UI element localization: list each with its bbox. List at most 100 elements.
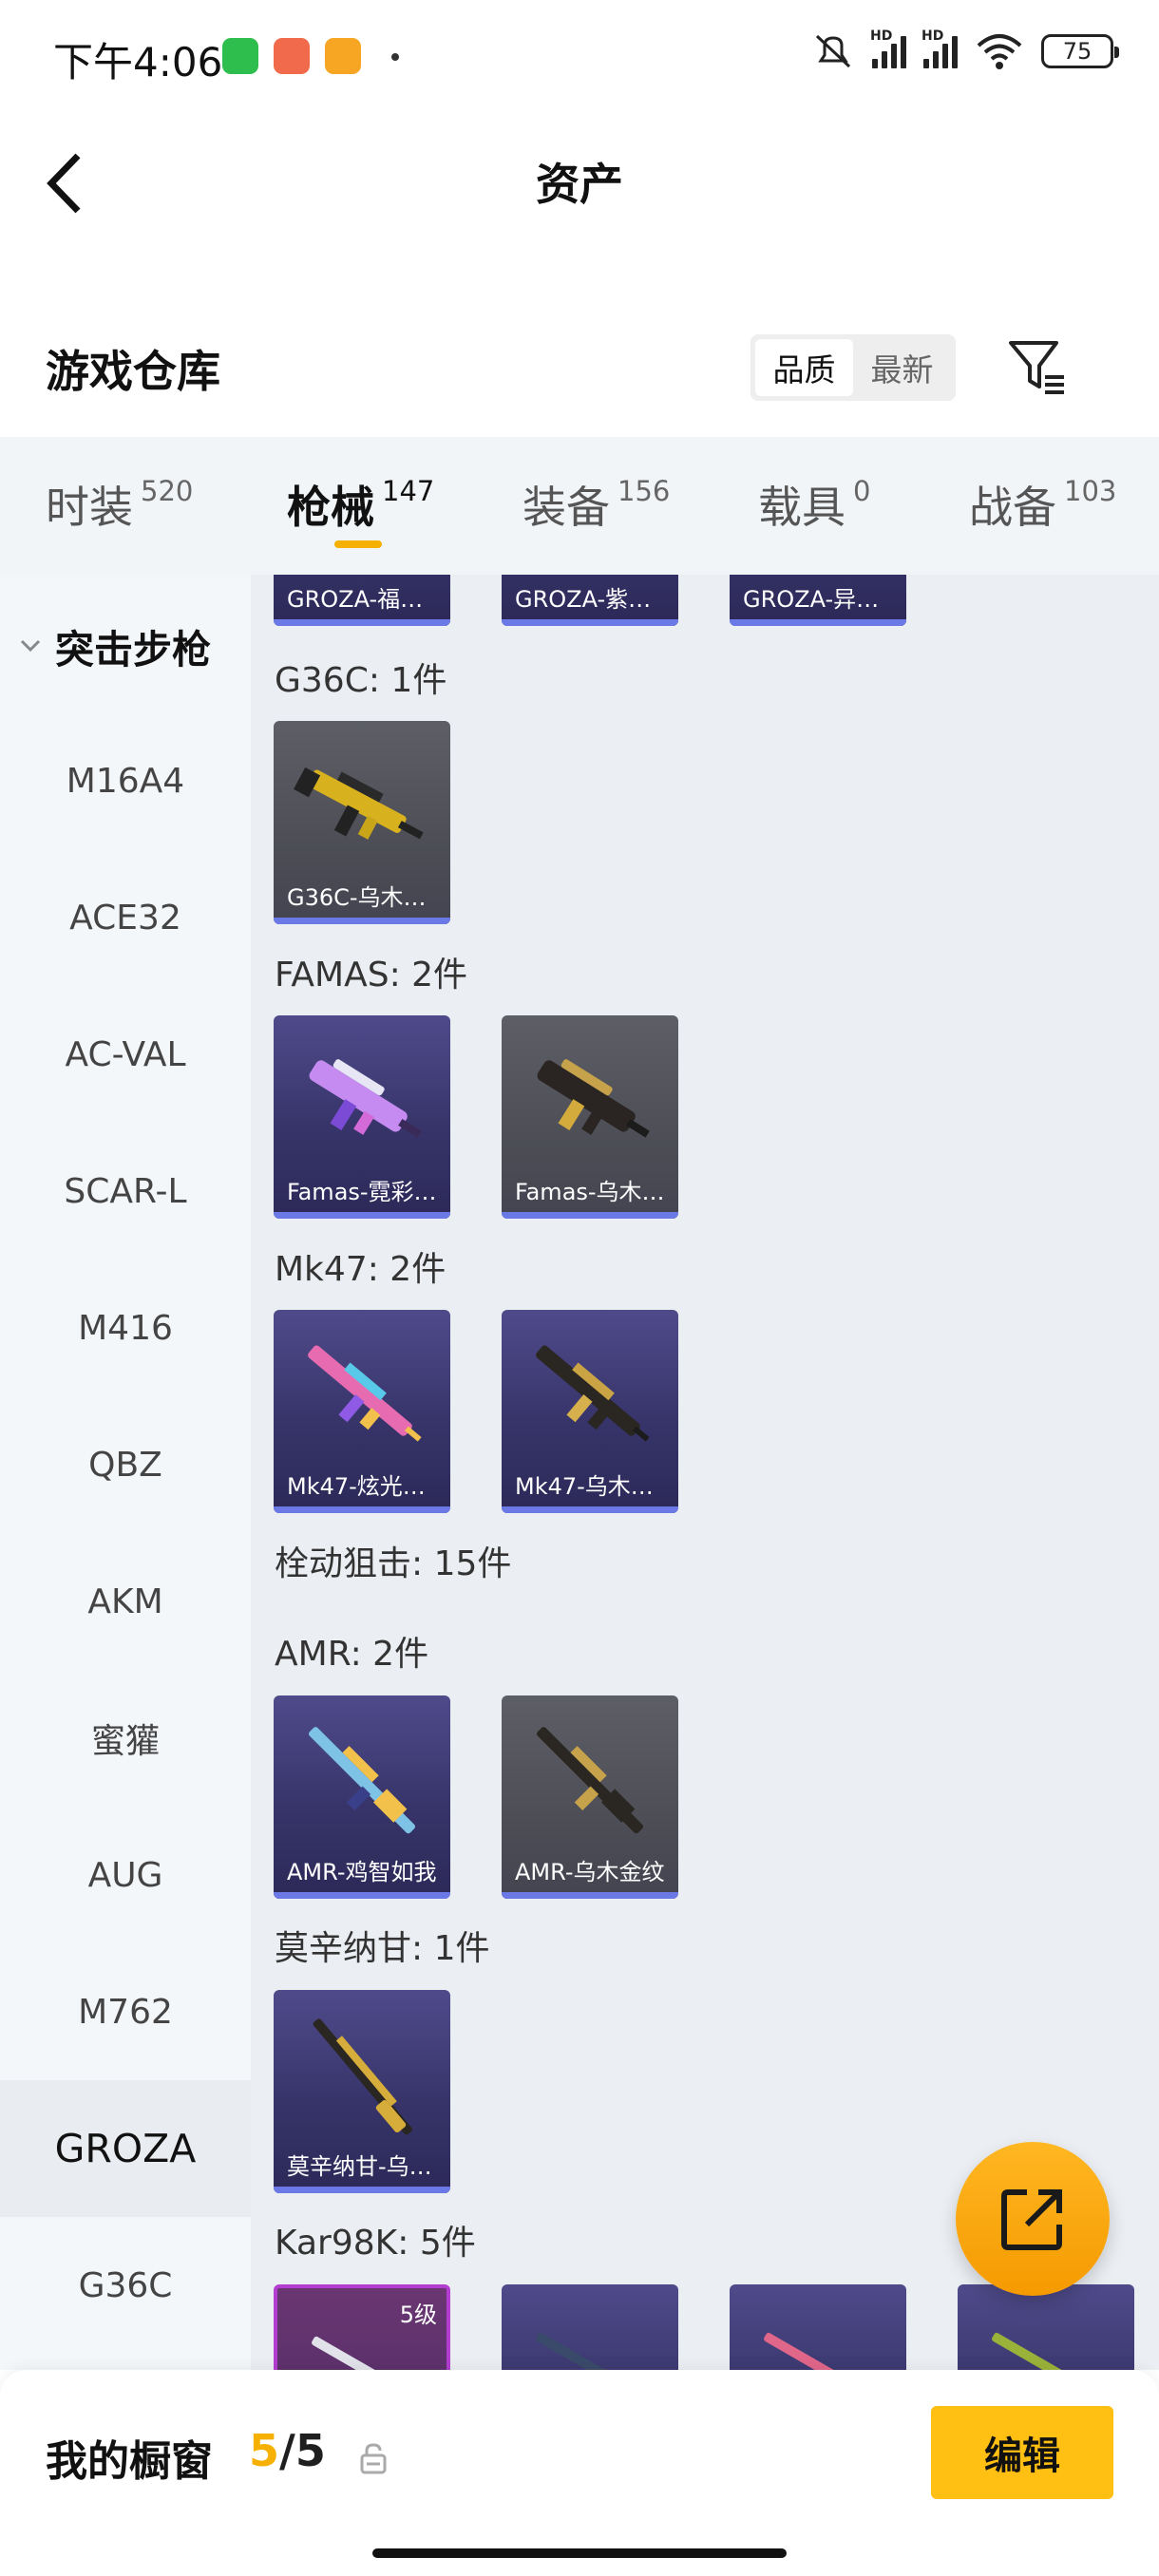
showcase-count-separator: /: [279, 2425, 295, 2476]
weapon-list: GROZA-福… GROZA-紫… GROZA-异… G36C: 1件 G36C…: [251, 575, 1159, 2370]
sniper-skin-icon: [992, 2332, 1102, 2370]
tab-count: 156: [618, 475, 671, 507]
group-heading-famas: FAMAS: 2件: [275, 956, 468, 994]
tab-label: 装备: [522, 482, 610, 533]
lock-icon: [360, 2443, 387, 2474]
card-name: GROZA-异…: [743, 586, 880, 613]
sidebar-item-aug[interactable]: AUG: [0, 1807, 251, 1943]
app-notification-icon: [325, 38, 361, 74]
sidebar-item-honey-badger[interactable]: 蜜獾: [0, 1670, 251, 1807]
weapon-card[interactable]: Mk47-乌木…: [502, 1310, 678, 1513]
weapon-card[interactable]: 5级: [274, 2284, 450, 2370]
rarity-bar: [502, 1892, 678, 1899]
rarity-bar: [274, 1892, 450, 1899]
sidebar-item-m762[interactable]: M762: [0, 1943, 251, 2080]
tab-count: 103: [1064, 475, 1117, 507]
card-name: GROZA-福…: [287, 586, 424, 613]
sniper-skin-icon: [536, 1727, 644, 1834]
group-heading-g36c: G36C: 1件: [275, 661, 447, 700]
card-name: AMR-鸡智如我: [287, 1859, 437, 1885]
card-name: 莫辛纳甘-乌…: [287, 2153, 432, 2180]
weapon-card[interactable]: Famas-霓彩…: [274, 1015, 450, 1219]
wechat-icon: [222, 38, 258, 74]
tab-vehicles[interactable]: 载具 0: [758, 473, 870, 536]
card-name: Famas-霓彩…: [287, 1179, 437, 1205]
rarity-bar: [274, 918, 450, 924]
sort-newest-button[interactable]: 最新: [853, 339, 951, 396]
group-heading-mk47: Mk47: 2件: [275, 1250, 446, 1289]
sidebar-item-scar-l[interactable]: SCAR-L: [0, 1123, 251, 1260]
status-right-icons: HD HD 75: [811, 28, 1119, 70]
card-name: AMR-乌木金纹: [515, 1859, 665, 1885]
tab-count: 0: [853, 475, 871, 507]
rarity-bar: [502, 1212, 678, 1219]
sidebar-item-qbz[interactable]: QBZ: [0, 1396, 251, 1533]
rarity-bar: [274, 2187, 450, 2193]
tab-equipment[interactable]: 装备 156: [522, 473, 670, 536]
card-name: Mk47-乌木…: [515, 1473, 654, 1500]
sniper-skin-icon: [313, 2018, 412, 2135]
card-name: Famas-乌木…: [515, 1179, 665, 1205]
sidebar-item-akm[interactable]: AKM: [0, 1533, 251, 1670]
showcase-count-current: 5: [249, 2425, 280, 2476]
weapon-card[interactable]: G36C-乌木…: [274, 721, 450, 924]
group-heading-amr: AMR: 2件: [275, 1635, 429, 1674]
warehouse-title: 游戏仓库: [46, 346, 220, 397]
showcase-bar: 我的橱窗 5/5 编辑: [0, 2370, 1159, 2576]
category-tabs: 时装 520 枪械 147 装备 156 载具 0 战备 103: [0, 437, 1159, 575]
tab-firearms[interactable]: 枪械 147: [287, 473, 434, 536]
weapon-card[interactable]: GROZA-紫…: [502, 575, 678, 626]
weapon-card[interactable]: 莫辛纳甘-乌…: [274, 1990, 450, 2193]
sidebar-item-m16a4[interactable]: M16A4: [0, 712, 251, 849]
weapon-card[interactable]: [958, 2284, 1134, 2370]
rifle-skin-icon: [294, 767, 424, 840]
app-notification-icon: [274, 38, 310, 74]
rifle-skin-icon: [536, 1345, 650, 1442]
weapon-card[interactable]: GROZA-异…: [730, 575, 906, 626]
tab-label: 载具: [758, 482, 846, 533]
filter-icon[interactable]: [1007, 337, 1068, 398]
rifle-skin-icon: [309, 1059, 422, 1138]
share-fab-button[interactable]: [956, 2142, 1110, 2296]
sort-toggle: 品质 最新: [750, 334, 956, 401]
battery-indicator: 75: [1041, 34, 1119, 68]
edit-button[interactable]: 编辑: [931, 2406, 1113, 2499]
tab-count: 147: [382, 475, 435, 507]
card-name: Mk47-炫光…: [287, 1473, 426, 1500]
rifle-skin-icon: [537, 1059, 650, 1138]
weapon-card[interactable]: GROZA-福…: [274, 575, 450, 626]
sidebar-group-assault-rifles[interactable]: 突击步枪: [17, 617, 211, 674]
sidebar-group-label: 突击步枪: [55, 627, 211, 672]
sidebar-item-g36c[interactable]: G36C: [0, 2217, 251, 2354]
sniper-skin-icon: [312, 2336, 422, 2370]
home-indicator[interactable]: [372, 2548, 787, 2558]
sidebar-item-m416[interactable]: M416: [0, 1260, 251, 1396]
weapon-sidebar: 突击步枪 M16A4 ACE32 AC-VAL SCAR-L M416 QBZ …: [0, 575, 251, 2370]
sidebar-item-ac-val[interactable]: AC-VAL: [0, 986, 251, 1123]
signal-icon: HD: [870, 28, 906, 68]
showcase-count: 5/5: [249, 2425, 326, 2476]
sidebar-item-ace32[interactable]: ACE32: [0, 849, 251, 986]
wifi-icon: [977, 34, 1022, 69]
weapon-card[interactable]: AMR-鸡智如我: [274, 1695, 450, 1899]
tab-label: 战备: [969, 482, 1056, 533]
group-heading-kar98k: Kar98K: 5件: [275, 2224, 476, 2263]
rifle-skin-icon: [308, 1345, 422, 1442]
rarity-bar: [502, 619, 678, 626]
mute-icon: [815, 34, 851, 68]
tab-fashion[interactable]: 时装 520: [46, 473, 193, 536]
external-link-icon: [1001, 2189, 1062, 2250]
weapon-card[interactable]: [730, 2284, 906, 2370]
weapon-card[interactable]: AMR-乌木金纹: [502, 1695, 678, 1899]
weapon-card[interactable]: Mk47-炫光…: [274, 1310, 450, 1513]
rarity-bar: [502, 1506, 678, 1513]
sort-quality-button[interactable]: 品质: [755, 339, 853, 396]
card-name: GROZA-紫…: [515, 586, 652, 613]
tab-battle-prep[interactable]: 战备 103: [969, 473, 1116, 536]
chevron-down-icon: [20, 639, 41, 653]
sidebar-item-groza[interactable]: GROZA: [0, 2080, 251, 2217]
weapon-card[interactable]: [502, 2284, 678, 2370]
weapon-card[interactable]: Famas-乌木…: [502, 1015, 678, 1219]
status-time: 下午4:06: [53, 39, 223, 85]
app-header: 资产: [0, 114, 1159, 247]
